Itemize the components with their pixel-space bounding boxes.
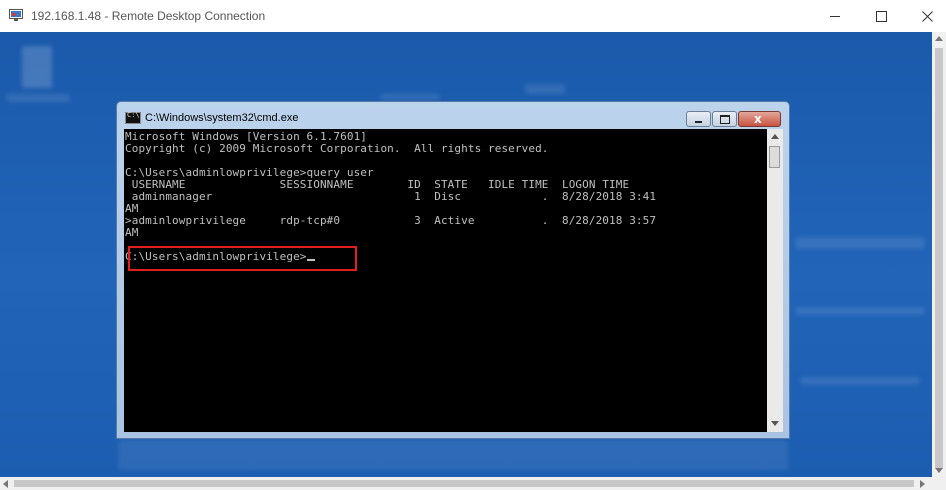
maximize-button[interactable] — [858, 0, 904, 32]
desktop-shortcut-label — [6, 94, 70, 102]
console-line: AM — [125, 226, 139, 239]
scroll-right-icon[interactable] — [920, 480, 925, 488]
rdc-vertical-scrollbar[interactable] — [932, 32, 946, 477]
minimize-icon — [695, 121, 702, 123]
blurred-desktop-element — [795, 307, 925, 315]
blurred-desktop-element — [380, 94, 440, 100]
close-icon: x — [754, 112, 762, 126]
close-icon — [921, 10, 933, 22]
scroll-up-icon[interactable] — [935, 36, 943, 41]
scroll-down-icon[interactable] — [935, 468, 943, 473]
blurred-desktop-element — [795, 237, 925, 249]
close-button[interactable] — [904, 0, 946, 32]
console-output[interactable]: Microsoft Windows [Version 6.1.7601] Cop… — [124, 129, 767, 432]
cmd-icon: C:\ — [125, 111, 141, 124]
scroll-up-icon[interactable] — [771, 134, 779, 139]
cmd-minimize-button[interactable] — [686, 111, 711, 127]
cmd-maximize-button[interactable] — [712, 111, 737, 127]
scroll-thumb[interactable] — [14, 480, 914, 487]
maximize-icon — [875, 10, 887, 22]
console-text: Microsoft Windows [Version 6.1.7601] Cop… — [124, 129, 767, 263]
remote-desktop-icon — [9, 9, 23, 21]
maximize-icon — [720, 115, 730, 124]
cmd-window[interactable]: C:\ C:\Windows\system32\cmd.exe x Micros… — [116, 101, 790, 439]
minimize-button[interactable] — [812, 0, 858, 32]
cmd-titlebar[interactable]: C:\ C:\Windows\system32\cmd.exe x — [117, 102, 789, 129]
scroll-left-icon[interactable] — [3, 480, 8, 488]
cmd-window-title: C:\Windows\system32\cmd.exe — [145, 112, 299, 124]
scroll-down-icon[interactable] — [771, 421, 779, 426]
rdc-titlebar[interactable]: 192.168.1.48 - Remote Desktop Connection — [0, 0, 946, 33]
window-title: 192.168.1.48 - Remote Desktop Connection — [31, 9, 266, 23]
scroll-thumb[interactable] — [935, 48, 943, 468]
blurred-desktop-element — [800, 377, 920, 385]
console-line: >adminlowprivilege rdp-tcp#0 3 Active . … — [125, 214, 657, 227]
prompt-highlight-box — [128, 246, 357, 271]
rdc-horizontal-scrollbar[interactable] — [0, 477, 946, 490]
blurred-desktop-element — [118, 440, 788, 470]
scroll-thumb[interactable] — [769, 146, 780, 168]
minimize-icon — [830, 15, 840, 17]
desktop-shortcut-icon[interactable] — [22, 46, 52, 88]
blurred-desktop-element — [525, 84, 565, 94]
cmd-close-button[interactable]: x — [738, 111, 781, 127]
console-line: Copyright (c) 2009 Microsoft Corporation… — [125, 142, 549, 155]
console-line: adminmanager 1 Disc . 8/28/2018 3:41 — [125, 190, 657, 203]
cmd-vertical-scrollbar[interactable] — [767, 129, 783, 432]
